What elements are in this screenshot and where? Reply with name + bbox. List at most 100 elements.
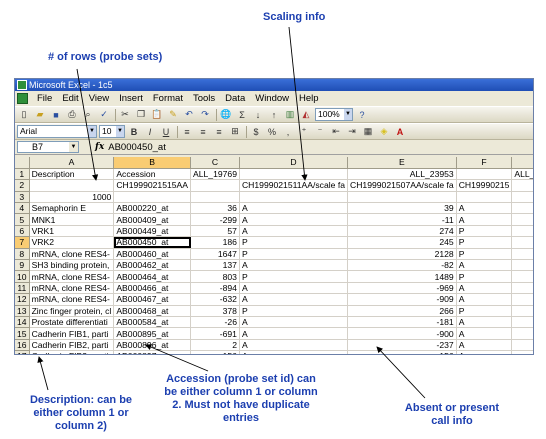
cell-a8[interactable]: mRNA, clone RES4- — [29, 248, 115, 261]
fill-color-icon[interactable]: ◈ — [377, 125, 391, 138]
cell-d5[interactable]: A — [239, 213, 349, 226]
row-header[interactable]: 9 — [15, 259, 30, 272]
formula-input[interactable]: AB000450_at — [108, 142, 166, 153]
cell-e16[interactable]: -237 — [347, 339, 457, 352]
row-header[interactable]: 4 — [15, 202, 30, 215]
cell-b4[interactable]: AB000220_at — [113, 202, 191, 215]
cell-e6[interactable]: 274 — [347, 225, 457, 238]
percent-icon[interactable]: % — [265, 125, 279, 138]
cell-f6[interactable]: P — [456, 225, 513, 238]
hyperlink-icon[interactable]: 🌐 — [219, 108, 233, 121]
bold-icon[interactable]: B — [127, 125, 141, 138]
cell-a2[interactable] — [29, 179, 115, 192]
cell-g1[interactable]: ALL_28373 — [511, 168, 533, 181]
cell-g13[interactable]: 554 — [511, 305, 533, 317]
cell-g17[interactable]: -95 — [511, 350, 533, 354]
cell-g5[interactable]: 237 — [511, 213, 533, 226]
cell-b6[interactable]: AB000449_at — [113, 225, 191, 238]
sort-ascending-icon[interactable]: ↓ — [251, 108, 265, 121]
cell-f1[interactable] — [456, 168, 513, 181]
cell-f12[interactable]: A — [456, 293, 513, 306]
cell-e11[interactable]: -969 — [347, 282, 457, 295]
new-icon[interactable]: ▯ — [17, 108, 31, 121]
menu-edit[interactable]: Edit — [57, 91, 83, 106]
cell-b9[interactable]: AB000462_at — [113, 259, 191, 272]
preview-icon[interactable]: ⌕ — [81, 108, 95, 121]
cell-d14[interactable]: A — [239, 316, 349, 329]
cell-b12[interactable]: AB000467_at — [113, 293, 191, 306]
cell-g8[interactable]: 1608 — [511, 248, 533, 261]
cell-a12[interactable]: mRNA, clone RES4- — [29, 293, 115, 306]
cell-c13[interactable]: 378 — [190, 305, 240, 317]
cell-b3[interactable] — [113, 191, 191, 204]
name-box[interactable]: B7 ▼ — [17, 141, 79, 153]
drawing-icon[interactable]: ◭ — [299, 108, 313, 121]
cell-e3[interactable] — [347, 191, 457, 204]
cell-a3[interactable]: 1000 — [29, 191, 115, 204]
cell-f2[interactable]: CH19990215 — [456, 179, 513, 192]
cell-a6[interactable]: VRK1 — [29, 225, 115, 238]
cell-b7[interactable]: AB000450_at — [113, 236, 191, 249]
cell-a14[interactable]: Prostate differentiati — [29, 316, 115, 329]
row-header[interactable]: 16 — [15, 339, 30, 352]
spelling-icon[interactable]: ✓ — [97, 108, 111, 121]
row-header[interactable]: 1 — [15, 168, 30, 181]
cell-g4[interactable]: 39 — [511, 202, 533, 215]
cell-e9[interactable]: -82 — [347, 259, 457, 272]
workbook-icon[interactable] — [17, 93, 28, 104]
comma-icon[interactable]: , — [281, 125, 295, 138]
row-header[interactable]: 7 — [15, 236, 30, 249]
cell-g16[interactable]: -78 — [511, 339, 533, 352]
cell-c14[interactable]: -26 — [190, 316, 240, 329]
italic-icon[interactable]: I — [143, 125, 157, 138]
cell-e1[interactable]: ALL_23953 — [347, 168, 457, 181]
cell-g11[interactable]: -444 — [511, 282, 533, 295]
cell-c16[interactable]: 2 — [190, 339, 240, 352]
cell-f7[interactable]: P — [456, 236, 513, 249]
decrease-indent-icon[interactable]: ⇤ — [329, 125, 343, 138]
cell-b1[interactable]: Accession — [113, 168, 191, 181]
cell-f17[interactable]: A — [456, 350, 513, 354]
undo-icon[interactable]: ↶ — [182, 108, 196, 121]
print-icon[interactable]: ⎙ — [65, 108, 79, 121]
copy-icon[interactable]: ❐ — [134, 108, 148, 121]
cell-d16[interactable]: A — [239, 339, 349, 352]
cell-g12[interactable]: -254 — [511, 293, 533, 306]
cell-d9[interactable]: A — [239, 259, 349, 272]
font-size-select[interactable]: 10 ▼ — [99, 125, 125, 138]
cell-d13[interactable]: P — [239, 305, 349, 317]
menu-data[interactable]: Data — [220, 91, 250, 106]
cell-e13[interactable]: 266 — [347, 305, 457, 317]
cell-d2[interactable]: CH1999021511AA/scale fa — [239, 179, 349, 192]
increase-decimal-icon[interactable]: ⁺ — [297, 125, 311, 138]
cell-c10[interactable]: 803 — [190, 270, 240, 283]
row-header[interactable]: 15 — [15, 327, 30, 340]
menu-insert[interactable]: Insert — [114, 91, 148, 106]
cell-b14[interactable]: AB000584_at — [113, 316, 191, 329]
column-header[interactable]: E — [347, 157, 457, 169]
column-header[interactable]: A — [29, 157, 115, 169]
column-header[interactable]: B — [113, 157, 191, 169]
cell-d3[interactable] — [239, 191, 349, 204]
cell-d8[interactable]: P — [239, 248, 349, 261]
column-header[interactable]: F — [456, 157, 513, 169]
cell-a7[interactable]: VRK2 — [29, 236, 115, 249]
row-header[interactable]: 5 — [15, 213, 30, 226]
cell-a16[interactable]: Cadherin FIB2, parti — [29, 339, 115, 352]
cell-g14[interactable]: 16 — [511, 316, 533, 329]
cell-g9[interactable]: 204 — [511, 259, 533, 272]
decrease-decimal-icon[interactable]: ⁻ — [313, 125, 327, 138]
cell-f14[interactable]: A — [456, 316, 513, 329]
row-header[interactable]: 17 — [15, 350, 30, 354]
cell-a9[interactable]: SH3 binding protein, — [29, 259, 115, 272]
cell-e15[interactable]: -900 — [347, 327, 457, 340]
cell-a5[interactable]: MNK1 — [29, 213, 115, 226]
merge-center-icon[interactable]: ⊞ — [228, 125, 242, 138]
column-header[interactable]: C — [190, 157, 240, 169]
cell-b11[interactable]: AB000466_at — [113, 282, 191, 295]
cell-b16[interactable]: AB000896_at — [113, 339, 191, 352]
cell-d11[interactable]: A — [239, 282, 349, 295]
sort-descending-icon[interactable]: ↑ — [267, 108, 281, 121]
cell-f8[interactable]: P — [456, 248, 513, 261]
cell-b13[interactable]: AB000468_at — [113, 305, 191, 317]
